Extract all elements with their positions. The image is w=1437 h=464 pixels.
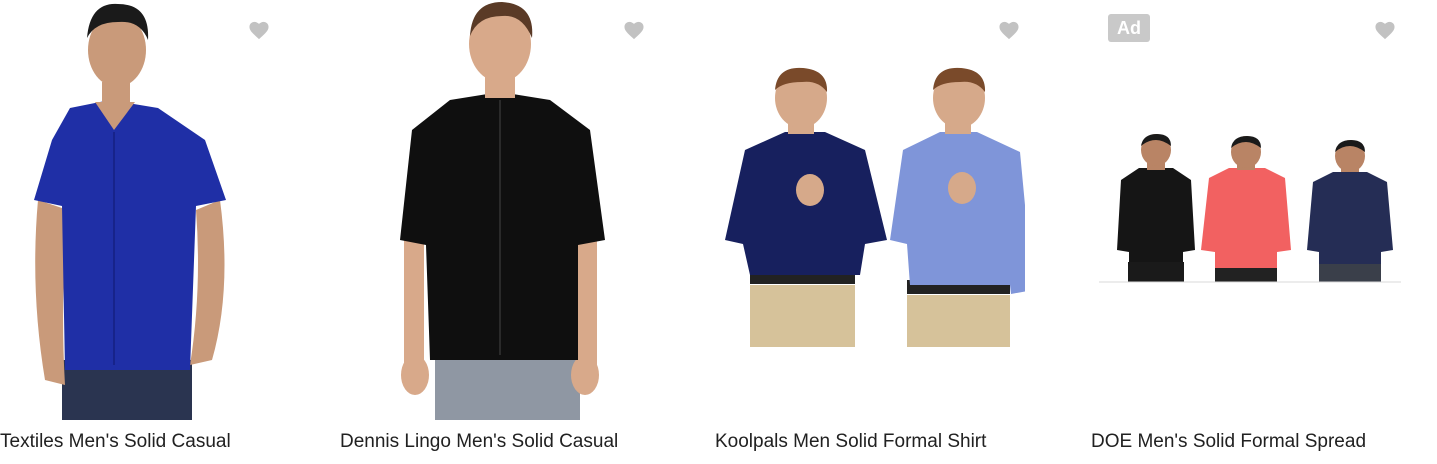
product-card[interactable]: Dennis Lingo Men's Solid Casual [340,0,644,464]
wishlist-heart-icon[interactable] [998,20,1020,40]
ad-badge: Ad [1108,14,1150,42]
wishlist-heart-icon[interactable] [623,20,645,40]
product-card[interactable]: Ad DOE Men's Solid Formal Spread [1091,0,1411,464]
product-title[interactable]: Dennis Lingo Men's Solid Casual [340,430,670,454]
product-title[interactable]: Textiles Men's Solid Casual [0,430,330,454]
product-title[interactable]: Koolpals Men Solid Formal Shirt [715,430,1045,454]
product-card[interactable]: Textiles Men's Solid Casual [0,0,280,464]
wishlist-heart-icon[interactable] [1374,20,1396,40]
product-image[interactable] [0,0,280,420]
product-image[interactable] [340,0,630,420]
product-title[interactable]: DOE Men's Solid Formal Spread [1091,430,1421,454]
product-image[interactable] [715,0,1033,420]
wishlist-heart-icon[interactable] [248,20,270,40]
product-card[interactable]: Koolpals Men Solid Formal Shirt [715,0,1033,464]
product-image[interactable] [1091,0,1411,420]
